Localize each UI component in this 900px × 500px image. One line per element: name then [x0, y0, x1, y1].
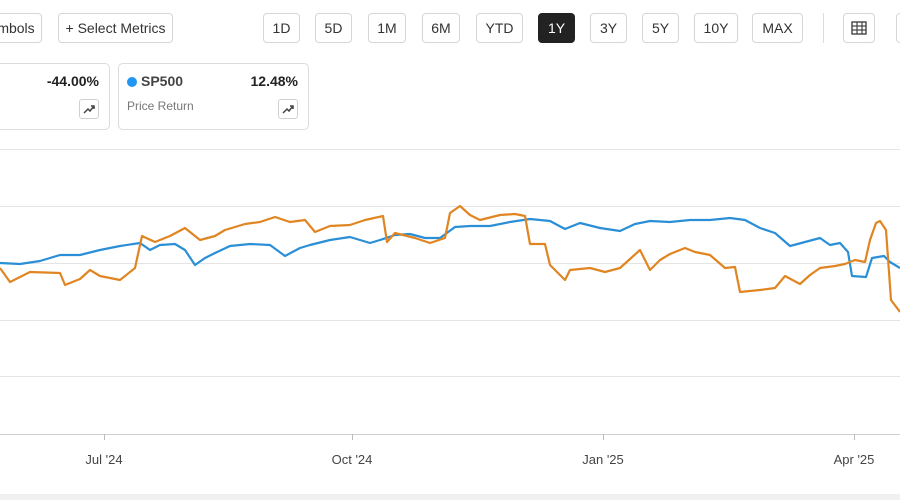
bottom-scrollbar[interactable] — [0, 494, 900, 500]
price-chart[interactable] — [0, 0, 900, 500]
symbol-1-line — [0, 204, 900, 313]
